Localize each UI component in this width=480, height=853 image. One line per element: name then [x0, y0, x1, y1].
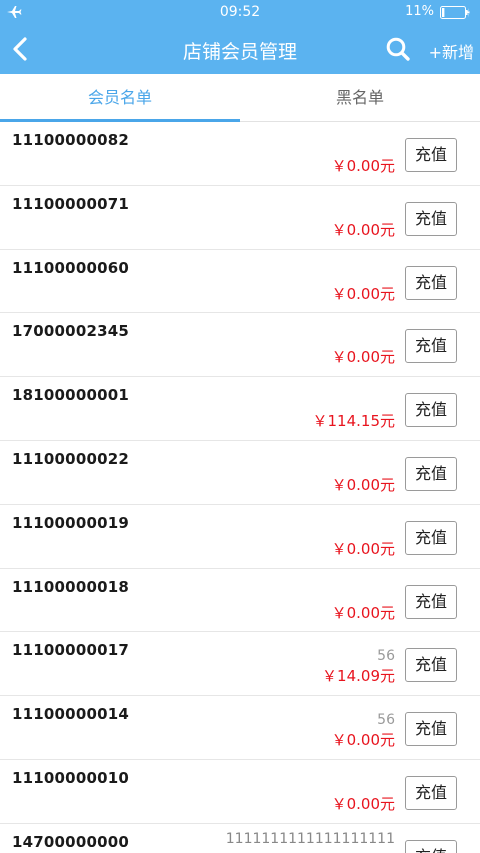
recharge-button[interactable]: 充值 — [405, 456, 457, 491]
member-balance: ￥0.00元 — [331, 539, 395, 558]
member-phone: 11100000060 — [12, 258, 130, 277]
battery-percent: 11% — [405, 4, 434, 19]
member-phone: 14700000000 — [12, 832, 130, 851]
member-balance: ￥0.00元 — [331, 220, 395, 239]
member-balance: ￥0.00元 — [331, 284, 395, 303]
member-balance: ￥0.00元 — [331, 348, 395, 367]
member-phone: 11100000019 — [12, 513, 130, 532]
member-note: 56 — [377, 712, 395, 729]
member-balance: ￥0.00元 — [331, 794, 395, 813]
nav-bar: 店铺会员管理 +新增 — [0, 24, 480, 74]
member-balance: ￥0.00元 — [331, 603, 395, 622]
member-phone: 11100000022 — [12, 449, 130, 468]
recharge-button[interactable]: 充值 — [405, 138, 457, 172]
list-item[interactable]: 11100000017 56 ￥14.09元 充值 — [0, 632, 480, 697]
search-icon[interactable] — [385, 36, 411, 62]
member-balance: ￥0.00元 — [331, 475, 395, 494]
recharge-button[interactable]: 充值 — [405, 584, 457, 619]
battery-icon — [440, 6, 470, 19]
recharge-button[interactable]: 充值 — [405, 712, 457, 747]
list-item[interactable]: 14700000000 1111111111111111111 充值 — [0, 823, 480, 853]
add-member-button[interactable]: +新增 — [429, 39, 474, 63]
member-note: 1111111111111111111 — [225, 830, 395, 847]
recharge-button[interactable]: 充值 — [405, 648, 457, 683]
list-item[interactable]: 17000002345 ￥0.00元 充值 — [0, 313, 480, 378]
back-arrow-icon[interactable] — [8, 35, 34, 63]
tab-bar: 会员名单 黑名单 — [0, 74, 480, 122]
member-phone: 18100000001 — [12, 386, 130, 405]
member-list: 11100000082 ￥0.00元 充值 11100000071 ￥0.00元… — [0, 122, 480, 853]
member-phone: 11100000017 — [12, 641, 130, 660]
list-item[interactable]: 11100000010 ￥0.00元 充值 — [0, 759, 480, 824]
list-item[interactable]: 11100000082 ￥0.00元 充值 — [0, 122, 480, 186]
member-note: 56 — [377, 648, 395, 665]
recharge-button[interactable]: 充值 — [405, 393, 457, 428]
tab-member-list[interactable]: 会员名单 — [0, 74, 240, 122]
member-balance: ￥114.15元 — [312, 412, 396, 431]
tab-blacklist[interactable]: 黑名单 — [240, 74, 480, 122]
list-item[interactable]: 11100000060 ￥0.00元 充值 — [0, 249, 480, 314]
list-item[interactable]: 11100000019 ￥0.00元 充值 — [0, 504, 480, 569]
member-balance: ￥0.00元 — [331, 157, 395, 175]
recharge-button[interactable]: 充值 — [405, 839, 457, 853]
member-phone: 11100000018 — [12, 577, 130, 596]
member-balance: ￥14.09元 — [322, 667, 395, 686]
member-balance: ￥0.00元 — [331, 731, 395, 750]
list-item[interactable]: 18100000001 ￥114.15元 充值 — [0, 377, 480, 441]
list-item[interactable]: 11100000018 ￥0.00元 充值 — [0, 568, 480, 633]
member-phone: 11100000010 — [12, 768, 130, 787]
recharge-button[interactable]: 充值 — [405, 329, 457, 364]
member-phone: 11100000071 — [12, 194, 130, 213]
recharge-button[interactable]: 充值 — [405, 265, 457, 300]
status-bar: 09:52 11% — [0, 0, 480, 24]
member-phone: 11100000082 — [12, 131, 130, 149]
list-item[interactable]: 11100000022 ￥0.00元 充值 — [0, 440, 480, 505]
member-phone: 11100000014 — [12, 705, 130, 724]
list-item[interactable]: 11100000071 ￥0.00元 充值 — [0, 185, 480, 250]
list-item[interactable]: 11100000014 56 ￥0.00元 充值 — [0, 696, 480, 760]
recharge-button[interactable]: 充值 — [405, 775, 457, 810]
recharge-button[interactable]: 充值 — [405, 520, 457, 555]
recharge-button[interactable]: 充值 — [405, 201, 457, 236]
member-phone: 17000002345 — [12, 322, 130, 341]
